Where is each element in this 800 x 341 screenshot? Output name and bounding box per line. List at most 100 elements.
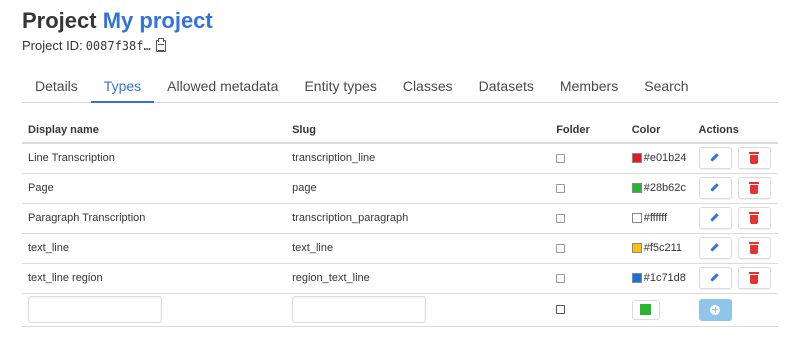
color-swatch (631, 243, 642, 253)
actions-cell (692, 143, 778, 174)
color-swatch (631, 213, 642, 223)
color-hex: #e01b24 (643, 152, 687, 165)
project-id-value: 0087f38f… (85, 38, 151, 53)
delete-button[interactable] (737, 237, 771, 259)
tab-classes[interactable]: Classes (390, 73, 466, 103)
project-id: Project ID: 0087f38f… (22, 37, 213, 53)
new-folder-checkbox[interactable] (556, 305, 566, 315)
folder-checkbox[interactable] (556, 273, 566, 283)
edit-button[interactable] (698, 207, 732, 229)
table-header-row: Display name Slug Folder Color Actions (22, 118, 778, 144)
table-row: Page page #28b62c (22, 173, 778, 204)
plus-circle-icon (710, 304, 721, 315)
tab-details[interactable]: Details (22, 73, 91, 103)
actions-cell (692, 203, 778, 234)
edit-button[interactable] (698, 147, 732, 170)
edit-button[interactable] (698, 267, 732, 289)
slug-cell: text_line (286, 233, 551, 264)
actions-cell (692, 173, 778, 204)
trash-icon (749, 241, 760, 254)
tab-allowed-metadata[interactable]: Allowed metadata (154, 73, 291, 103)
column-header-folder: Folder (550, 118, 626, 144)
folder-checkbox[interactable] (556, 243, 566, 253)
color-hex: #ffffff (643, 212, 668, 224)
slug-cell: page (286, 173, 551, 204)
column-header-color: Color (625, 118, 693, 144)
display-name-cell: Page (22, 173, 287, 204)
new-type-row (22, 293, 778, 327)
color-cell: #ffffff (625, 203, 693, 234)
new-folder-cell (550, 293, 626, 327)
pencil-icon (711, 244, 719, 252)
folder-checkbox[interactable] (556, 183, 566, 193)
color-swatch (631, 153, 642, 164)
slug-input[interactable] (292, 296, 427, 323)
pencil-icon (711, 274, 719, 282)
title-prefix: Project (22, 8, 97, 33)
tab-search[interactable]: Search (631, 73, 701, 103)
delete-button[interactable] (737, 147, 771, 170)
display-name-cell: Line Transcription (22, 143, 287, 174)
column-header-display-name: Display name (22, 118, 287, 144)
table-row: Line Transcription transcription_line #e… (22, 143, 778, 174)
tab-bar: Details Types Allowed metadata Entity ty… (22, 73, 778, 103)
folder-cell (550, 263, 626, 294)
new-display-name-cell (22, 293, 287, 327)
tab-datasets[interactable]: Datasets (466, 73, 547, 103)
color-hex: #f5c211 (643, 242, 683, 254)
display-name-input[interactable] (28, 296, 162, 323)
color-cell: #1c71d8 (625, 263, 693, 294)
trash-icon (749, 181, 760, 194)
delete-button[interactable] (737, 207, 771, 229)
pencil-icon (711, 214, 719, 222)
types-table: Display name Slug Folder Color Actions L… (22, 118, 778, 327)
clipboard-icon[interactable] (155, 37, 166, 52)
actions-cell (692, 263, 778, 294)
color-cell: #f5c211 (625, 233, 693, 264)
table-row: text_line region region_text_line #1c71d… (22, 263, 778, 294)
edit-button[interactable] (698, 237, 732, 259)
trash-icon (749, 211, 760, 224)
table-row: Paragraph Transcription transcription_pa… (22, 203, 778, 234)
folder-cell (550, 203, 626, 234)
folder-checkbox[interactable] (556, 153, 566, 163)
add-type-button[interactable] (698, 298, 732, 321)
tab-members[interactable]: Members (547, 73, 631, 103)
color-hex: #1c71d8 (643, 272, 686, 284)
color-cell: #28b62c (625, 173, 693, 204)
new-actions-cell (692, 293, 778, 327)
folder-cell (550, 173, 626, 204)
pencil-icon (711, 154, 719, 162)
page-header: Project My project Project ID: 0087f38f… (22, 8, 213, 53)
page-title: Project My project (22, 8, 213, 34)
folder-cell (550, 143, 626, 174)
display-name-cell: text_line (22, 233, 287, 264)
column-header-slug: Slug (286, 118, 551, 144)
slug-cell: transcription_line (286, 143, 551, 174)
folder-cell (550, 233, 626, 264)
trash-icon (749, 271, 760, 284)
color-hex: #28b62c (643, 182, 686, 194)
tab-types[interactable]: Types (90, 73, 155, 103)
trash-icon (749, 151, 760, 164)
delete-button[interactable] (737, 267, 771, 289)
pencil-icon (711, 184, 719, 192)
color-picker[interactable] (631, 299, 660, 320)
display-name-cell: text_line region (22, 263, 287, 294)
tab-entity-types[interactable]: Entity types (291, 73, 389, 103)
new-color-cell (625, 293, 693, 327)
project-name: My project (102, 8, 213, 33)
delete-button[interactable] (737, 177, 771, 199)
color-swatch (631, 273, 642, 283)
color-picker-swatch (640, 304, 652, 315)
table-row: text_line text_line #f5c211 (22, 233, 778, 264)
project-id-label: Project ID: (22, 38, 83, 53)
color-cell: #e01b24 (625, 143, 693, 174)
color-swatch (631, 183, 642, 193)
slug-cell: region_text_line (286, 263, 551, 294)
edit-button[interactable] (698, 177, 732, 199)
folder-checkbox[interactable] (556, 213, 566, 223)
new-slug-cell (286, 293, 551, 327)
actions-cell (692, 233, 778, 264)
display-name-cell: Paragraph Transcription (22, 203, 287, 234)
